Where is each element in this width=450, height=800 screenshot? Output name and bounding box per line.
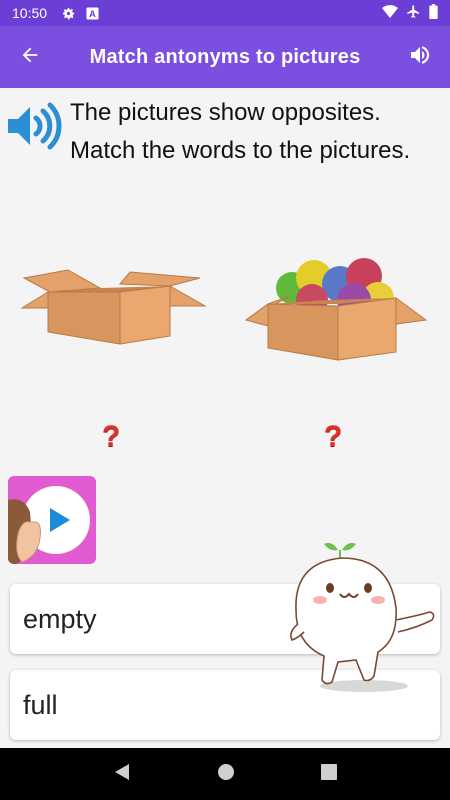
airplane-icon <box>406 4 421 22</box>
instruction: The pictures show opposites. Match the w… <box>0 92 450 172</box>
mascot-character <box>286 540 442 696</box>
battery-icon <box>429 4 438 22</box>
answer-label-full: full <box>23 689 58 720</box>
answer-label-empty: empty <box>23 603 97 634</box>
app-bar: Match antonyms to pictures <box>0 26 450 88</box>
gear-icon <box>61 6 76 21</box>
instruction-line-2: Match the words to the pictures. <box>70 137 411 164</box>
speaker-icon <box>6 102 64 154</box>
back-button[interactable] <box>0 26 60 88</box>
wifi-icon <box>382 4 398 22</box>
nav-home-button[interactable] <box>217 763 235 786</box>
picture-full-box[interactable] <box>244 256 430 364</box>
video-play-button[interactable] <box>8 476 96 564</box>
page-title: Match antonyms to pictures <box>89 45 361 68</box>
instruction-line-1: The pictures show opposites. <box>70 99 381 126</box>
nav-recents-button[interactable] <box>321 763 337 785</box>
picture-empty-box[interactable] <box>20 268 210 348</box>
sound-button[interactable] <box>390 26 450 88</box>
arrow-left-icon <box>19 44 41 71</box>
system-nav-bar <box>0 748 450 800</box>
a-badge-icon: A <box>86 6 99 20</box>
play-instruction-button[interactable] <box>6 102 64 150</box>
question-mark-empty-box: ? <box>102 420 121 453</box>
instruction-text: The pictures show opposites. Match the w… <box>70 94 446 170</box>
status-bar: 10:50 A <box>0 0 450 26</box>
nav-back-button[interactable] <box>113 763 131 786</box>
status-time: 10:50 <box>12 5 48 21</box>
volume-icon <box>408 43 432 72</box>
question-mark-full-box: ? <box>324 420 343 453</box>
svg-text:A: A <box>89 9 96 19</box>
